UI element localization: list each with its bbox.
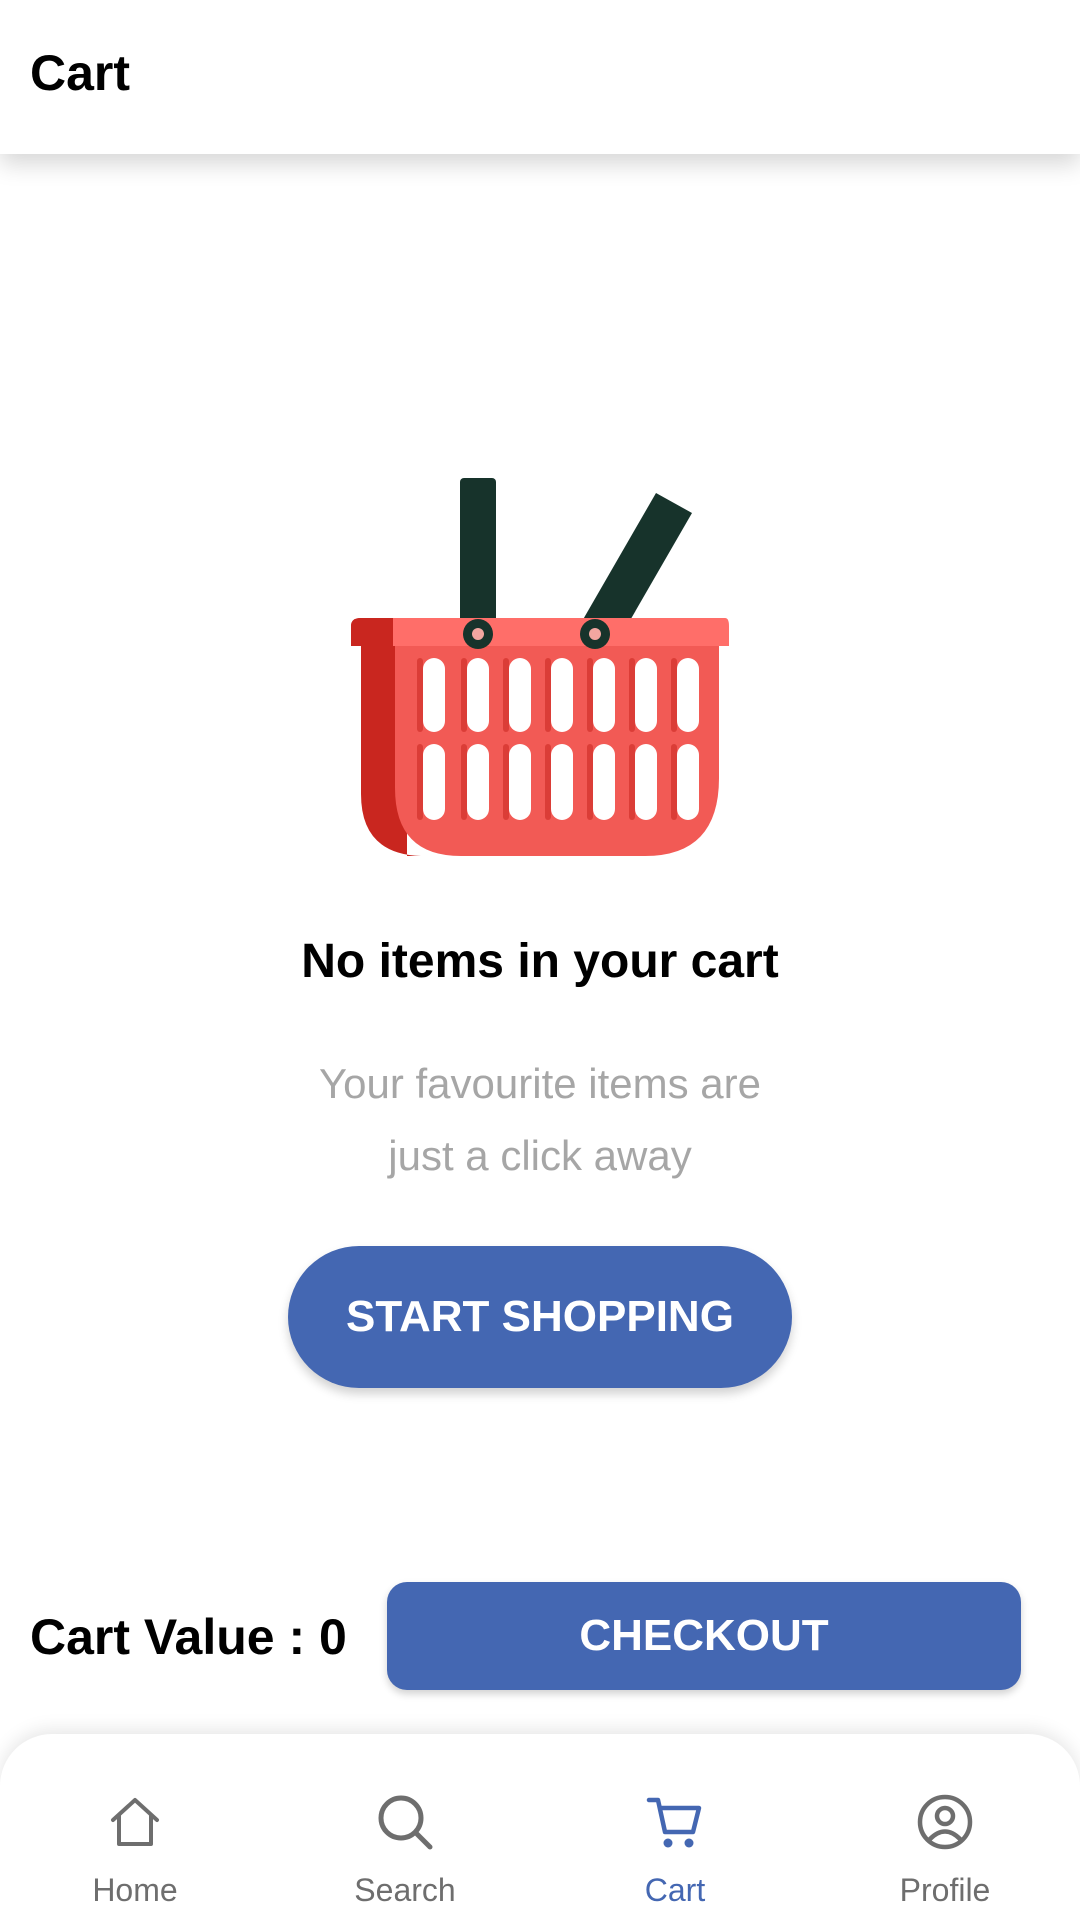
page-title: Cart	[30, 45, 131, 101]
empty-cart-subtitle: Your favourite items are just a click aw…	[0, 1048, 1080, 1192]
nav-label-profile: Profile	[899, 1872, 991, 1908]
empty-cart-subtitle-line2: just a click away	[388, 1132, 692, 1179]
nav-label-search: Search	[354, 1872, 456, 1908]
profile-icon	[917, 1794, 973, 1850]
nav-item-cart[interactable]: Cart	[540, 1734, 810, 1920]
cart-screen: Cart No items in your cart Your favourit…	[0, 0, 1080, 1920]
start-shopping-button[interactable]: START SHOPPING	[288, 1246, 792, 1388]
nav-item-search[interactable]: Search	[270, 1734, 540, 1920]
home-icon	[111, 1798, 159, 1846]
nav-label-home: Home	[92, 1872, 178, 1908]
cart-value-label: Cart Value : 0	[30, 1609, 347, 1665]
basket-left-handle	[460, 478, 496, 638]
app-bar: Cart	[0, 0, 1080, 154]
nav-item-profile[interactable]: Profile	[810, 1734, 1080, 1920]
nav-label-cart: Cart	[644, 1872, 706, 1908]
empty-cart-title: No items in your cart	[301, 935, 779, 988]
cart-icon	[646, 1797, 702, 1848]
empty-cart-subtitle-line1: Your favourite items are	[318, 1060, 761, 1107]
shopping-basket-illustration	[345, 478, 735, 858]
bottom-navigation: Home Search Cart Profile	[0, 1734, 1080, 1920]
search-icon	[378, 1795, 433, 1850]
checkout-button[interactable]: CHECKOUT	[387, 1582, 1021, 1690]
nav-item-home[interactable]: Home	[0, 1734, 270, 1920]
